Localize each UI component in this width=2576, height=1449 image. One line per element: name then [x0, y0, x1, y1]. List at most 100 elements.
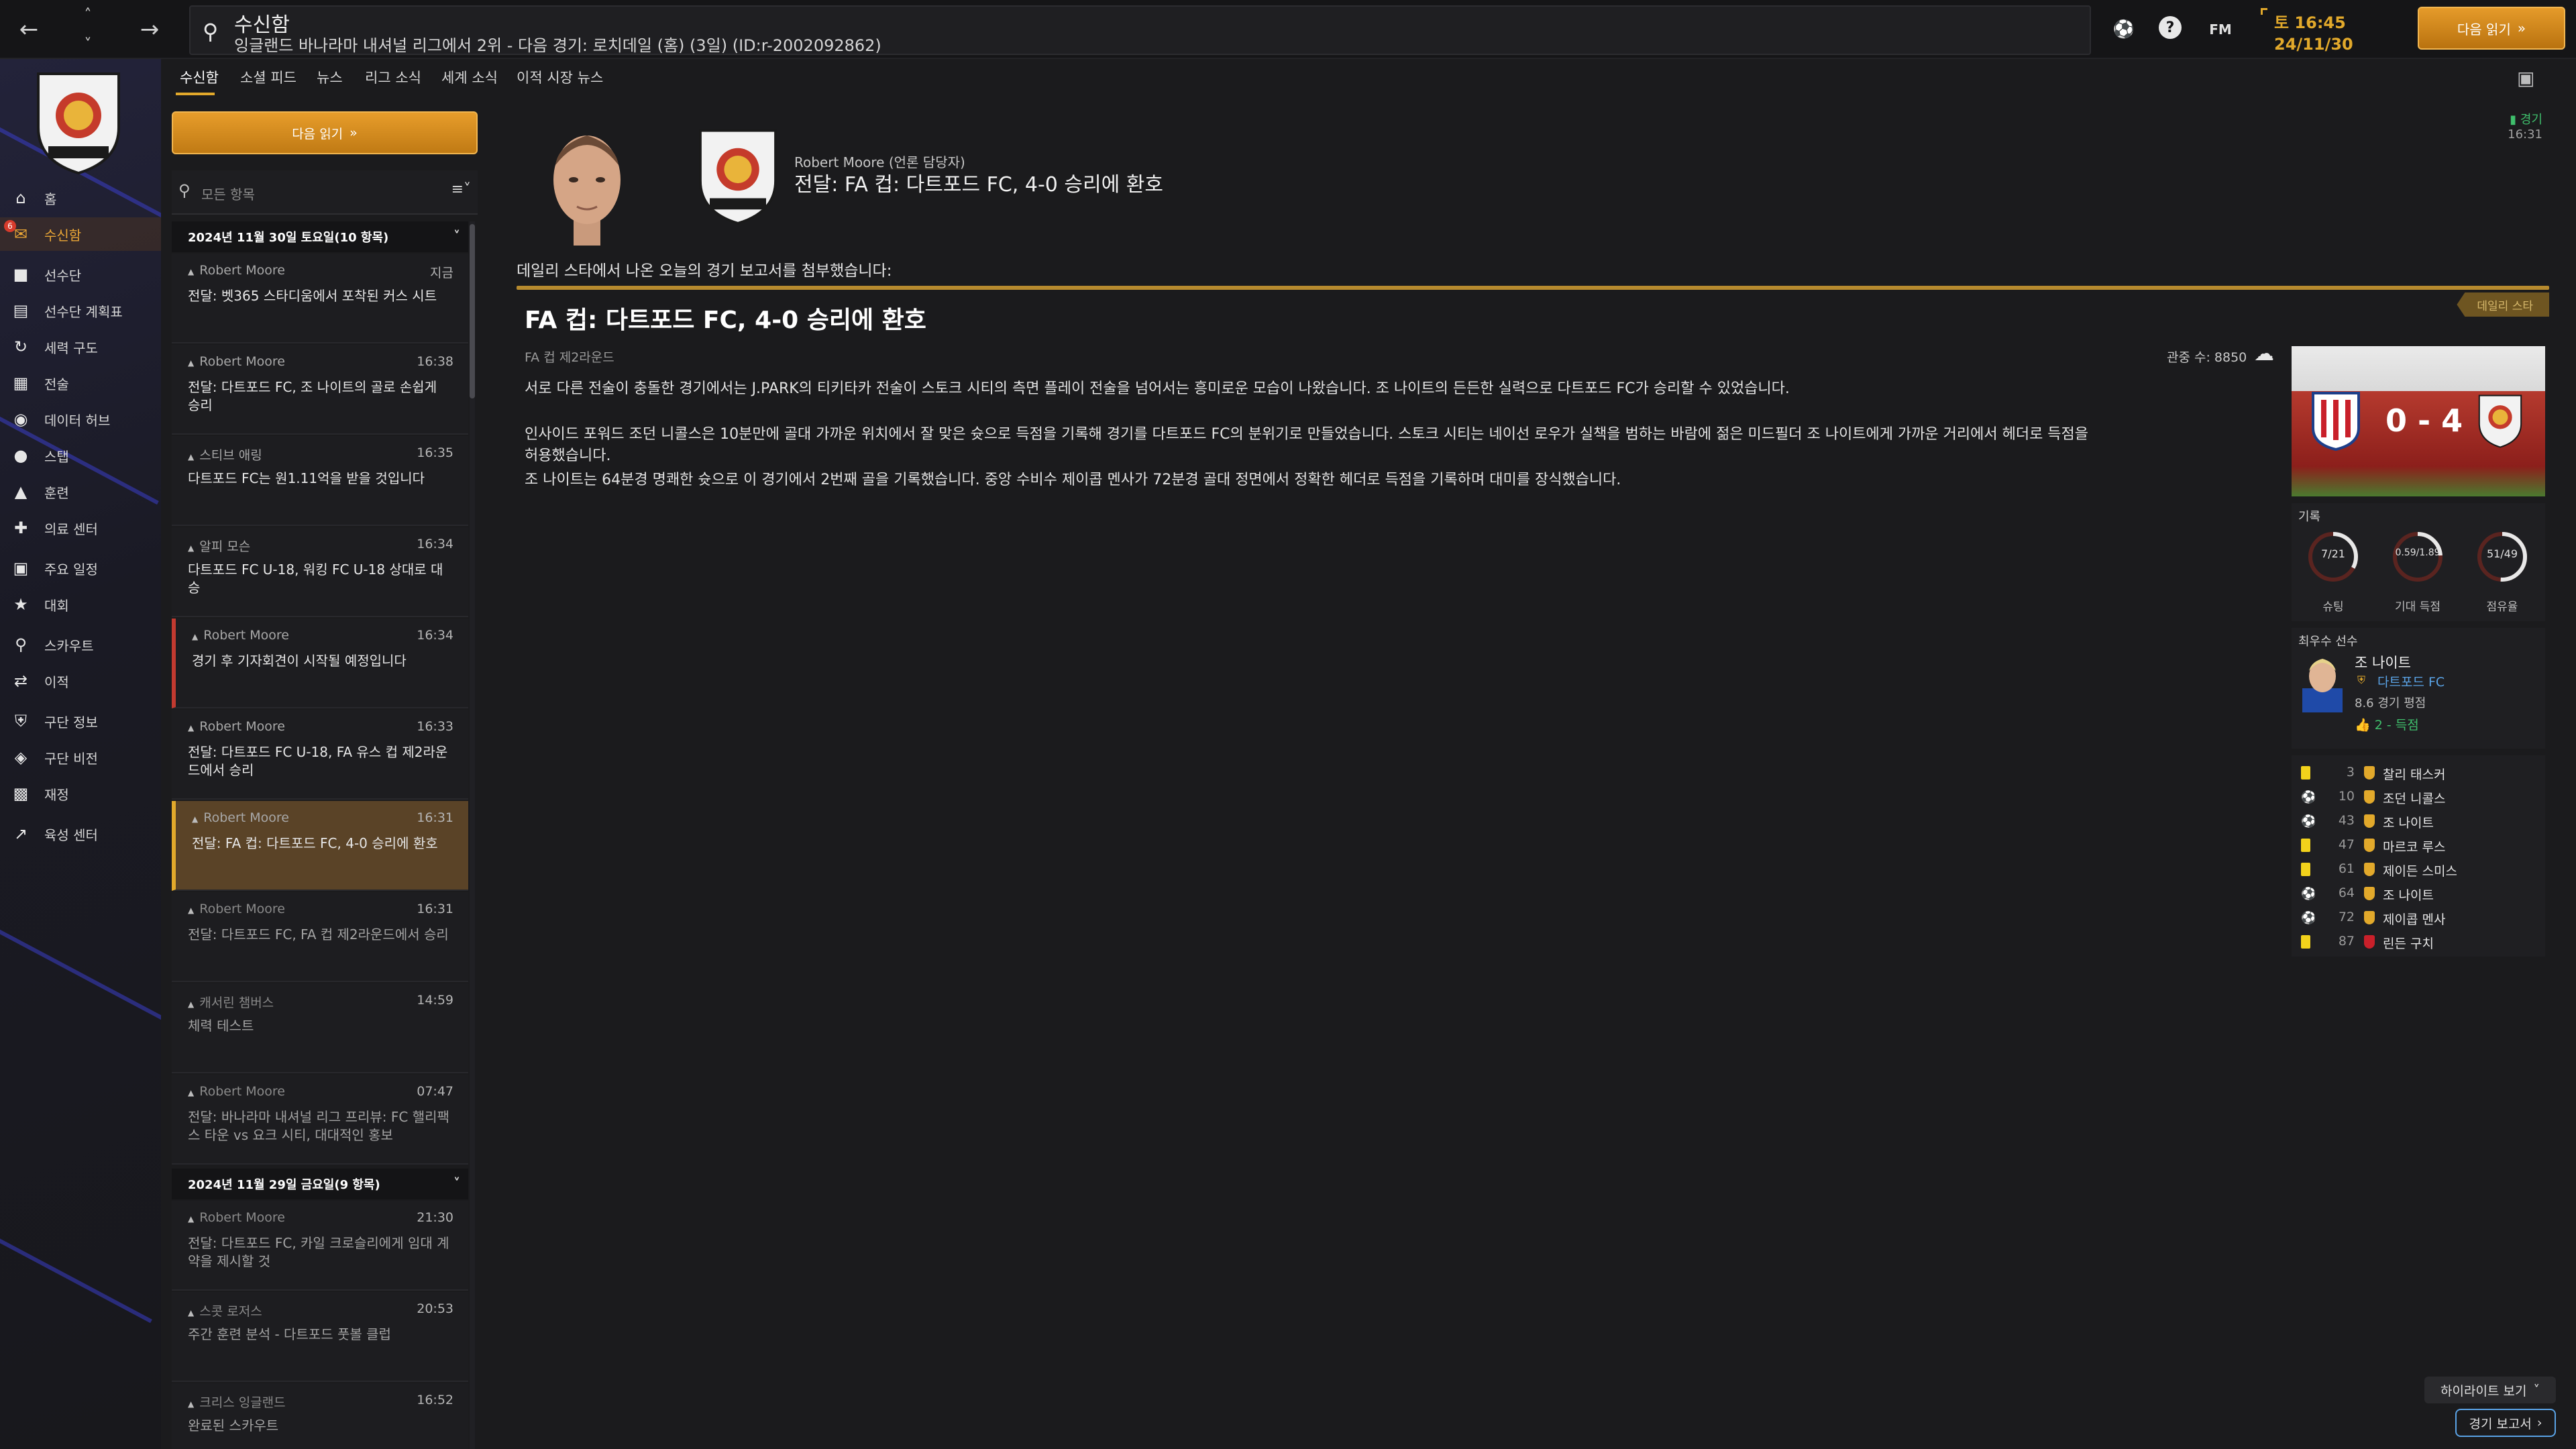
date-group-header[interactable]: 2024년 11월 29일 금요일(9 항목) ˅	[172, 1169, 468, 1199]
goal-icon: ⚽	[2301, 790, 2316, 804]
sidebar-item-data-hub[interactable]: ◉ 데이터 허브	[0, 402, 161, 436]
sidebar-item-finances[interactable]: ▩ 재정	[0, 777, 161, 810]
message-time: 16:31	[417, 810, 453, 825]
sidebar-item-label: 홈	[44, 191, 57, 207]
sidebar-item-schedule[interactable]: ▣ 주요 일정	[0, 551, 161, 585]
highlights-dropdown[interactable]: 하이라이트 보기 ˅	[2424, 1377, 2556, 1403]
sidebar-item-scouting[interactable]: ⚲ 스카우트	[0, 628, 161, 661]
decorative-stripe	[0, 885, 161, 1022]
match-report-label: 경기 보고서	[2469, 1416, 2532, 1432]
match-event[interactable]: ⚽ 64 조 나이트	[2301, 884, 2542, 907]
search-box[interactable]: ⚲ 수신함 잉글랜드 바나라마 내셔널 리그에서 2위 - 다음 경기: 로치데…	[189, 5, 2091, 55]
match-event[interactable]: ⚽ 10 조던 니콜스	[2301, 788, 2542, 810]
sidebar-item-competitions[interactable]: ★ 대회	[0, 588, 161, 621]
sidebar-item-squad-planner[interactable]: ▤ 선수단 계획표	[0, 294, 161, 327]
match-event[interactable]: ⚽ 43 조 나이트	[2301, 812, 2542, 835]
match-report-button[interactable]: 경기 보고서 ›	[2455, 1409, 2556, 1437]
potm-club[interactable]: 다트포드 FC	[2377, 672, 2445, 690]
match-event[interactable]: 87 린든 구치	[2301, 932, 2542, 955]
tab-news[interactable]: 뉴스	[317, 67, 343, 87]
ball-icon[interactable]: ⚽	[2110, 16, 2137, 43]
list-item[interactable]: Robert Moore 16:33 전달: 다트포드 FC U-18, FA 유스…	[172, 710, 468, 800]
history-down-button[interactable]: ˅	[64, 30, 111, 59]
back-button[interactable]: ←	[5, 6, 52, 53]
list-item[interactable]: Robert Moore 21:30 전달: 다트포드 FC, 카일 크로슬리에게 …	[172, 1201, 468, 1291]
finance-icon: ▩	[13, 784, 29, 803]
list-item[interactable]: 크리스 잉글랜드 16:52 완료된 스카우트	[172, 1383, 468, 1449]
message-list: 2024년 11월 30일 토요일(10 항목) ˅ Robert Moore 지금…	[172, 221, 478, 1449]
club-crest-icon[interactable]	[691, 121, 785, 228]
sender-avatar[interactable]	[537, 118, 637, 252]
player-of-the-match[interactable]: 최우수 선수 조 나이트 ⛨ 다트포드 FC 8.6 경기 평점 👍 2 - 득…	[2292, 628, 2545, 749]
list-item[interactable]: Robert Moore 07:47 전달: 바나라마 내셔널 리그 프리뷰: FC…	[172, 1075, 468, 1165]
page-subtitle: 잉글랜드 바나라마 내셔널 리그에서 2위 - 다음 경기: 로치데일 (홈) …	[234, 36, 881, 55]
xg-label: 기대 득점	[2395, 600, 2440, 614]
tab-world-news[interactable]: 세계 소식	[441, 67, 498, 87]
tab-transfer-news[interactable]: 이적 시장 뉴스	[517, 67, 603, 87]
tab-social-feed[interactable]: 소셜 피드	[240, 67, 297, 87]
list-item[interactable]: Robert Moore 지금전달: 벳365 스타디움에서 포착된 커스 시트	[172, 254, 468, 343]
tab-league-news[interactable]: 리그 소식	[365, 67, 421, 87]
event-player: 린든 구치	[2383, 936, 2434, 951]
message-intro: 데일리 스타에서 나온 오늘의 경기 보고서를 첨부했습니다:	[517, 262, 892, 280]
match-event[interactable]: 61 제이든 스미스	[2301, 860, 2542, 883]
list-options-icon[interactable]: ≡˅	[451, 181, 471, 198]
sidebar-item-home[interactable]: ⌂ 홈	[0, 181, 161, 215]
list-scrollbar[interactable]	[470, 221, 475, 1449]
active-tab-indicator	[176, 93, 215, 95]
message-time: 16:33	[417, 719, 453, 734]
message-sender: 스콧 로저스	[188, 1301, 262, 1320]
date-group-header[interactable]: 2024년 11월 30일 토요일(10 항목) ˅	[172, 221, 468, 252]
message-subject: 체력 테스트	[188, 1018, 254, 1034]
club-crest-icon[interactable]	[28, 67, 129, 174]
sidebar-item-medical[interactable]: ✚ 의료 센터	[0, 511, 161, 545]
list-item[interactable]: 알피 모슨 16:34 다트포드 FC U-18, 워킹 FC U-18 상대로 대…	[172, 527, 468, 617]
possession-label: 점유율	[2486, 600, 2518, 614]
message-sender: 크리스 잉글랜드	[188, 1393, 285, 1411]
stats-header: 기록	[2298, 510, 2321, 524]
sidebar-item-tactics[interactable]: ▦ 전술	[0, 366, 161, 400]
message-filter[interactable]: ⚲ 모든 항목 ≡˅	[172, 170, 478, 215]
score-card[interactable]: 0 - 4	[2292, 346, 2545, 496]
fm-menu-button[interactable]: FM	[2207, 16, 2234, 43]
match-event[interactable]: 3 찰리 태스커	[2301, 763, 2542, 786]
tab-inbox[interactable]: 수신함	[180, 67, 219, 87]
sidebar-item-club-vision[interactable]: ◈ 구단 비전	[0, 741, 161, 774]
sidebar-item-transfers[interactable]: ⇄ 이적	[0, 664, 161, 698]
match-event[interactable]: 47 마르코 루스	[2301, 836, 2542, 859]
potm-goals-text: 2 - 득점	[2374, 718, 2419, 733]
sidebar-item-squad[interactable]: ■ 선수단	[0, 258, 161, 291]
history-up-button[interactable]: ˄	[64, 0, 111, 30]
sidebar-item-club-info[interactable]: ⛨ 구단 정보	[0, 704, 161, 738]
competition-label[interactable]: FA 컵 제2라운드	[525, 347, 614, 366]
sidebar-item-inbox[interactable]: 6 ✉ 수신함	[0, 217, 161, 251]
match-event[interactable]: ⚽ 72 제이콥 멘사	[2301, 908, 2542, 931]
message-category-label: 경기	[2520, 113, 2542, 127]
list-item[interactable]: Robert Moore 16:31 전달: 다트포드 FC, FA 컵 제2라운드…	[172, 892, 468, 982]
sidebar-item-development[interactable]: ↗ 육성 센터	[0, 817, 161, 851]
yellow-card-icon	[2301, 863, 2310, 876]
search-icon: ⚲	[203, 19, 219, 44]
list-item-selected[interactable]: Robert Moore 16:31 전달: FA 컵: 다트포드 FC, 4-0 …	[172, 801, 468, 891]
potm-name[interactable]: 조 나이트	[2355, 652, 2411, 672]
sidebar-item-label: 수신함	[44, 227, 82, 244]
forward-button[interactable]: →	[126, 6, 173, 53]
help-icon[interactable]: ?	[2159, 16, 2182, 39]
continue-button[interactable]: 다음 읽기 »	[2418, 7, 2565, 50]
sidebar-item-training[interactable]: ▲ 훈련	[0, 475, 161, 508]
list-item[interactable]: 스티브 애링 16:35 다트포드 FC는 원1.11억을 받을 것입니다	[172, 436, 468, 526]
screen-mode-icon[interactable]: ▣	[2517, 67, 2534, 89]
list-item[interactable]: Robert Moore 16:34 경기 후 기자회견이 시작될 예정입니다	[172, 619, 468, 708]
event-minute: 43	[2338, 813, 2355, 828]
sidebar-item-label: 스탭	[44, 448, 69, 465]
sidebar-item-dynamics[interactable]: ↻ 세력 구도	[0, 330, 161, 364]
sidebar-item-staff[interactable]: ● 스탭	[0, 439, 161, 472]
list-scrollbar-thumb[interactable]	[470, 224, 475, 398]
list-item[interactable]: 캐서린 챔버스 14:59 체력 테스트	[172, 983, 468, 1073]
list-item[interactable]: 스콧 로저스 20:53 주간 훈련 분석 - 다트포드 풋볼 클럽	[172, 1292, 468, 1382]
list-item[interactable]: Robert Moore 16:38 전달: 다트포드 FC, 조 나이트의 골로 …	[172, 345, 468, 435]
list-continue-button[interactable]: 다음 읽기 »	[172, 111, 478, 154]
vision-icon: ◈	[14, 748, 28, 767]
game-date[interactable]: 토 16:45 24/11/30	[2261, 5, 2395, 55]
event-player: 찰리 태스커	[2383, 767, 2446, 782]
